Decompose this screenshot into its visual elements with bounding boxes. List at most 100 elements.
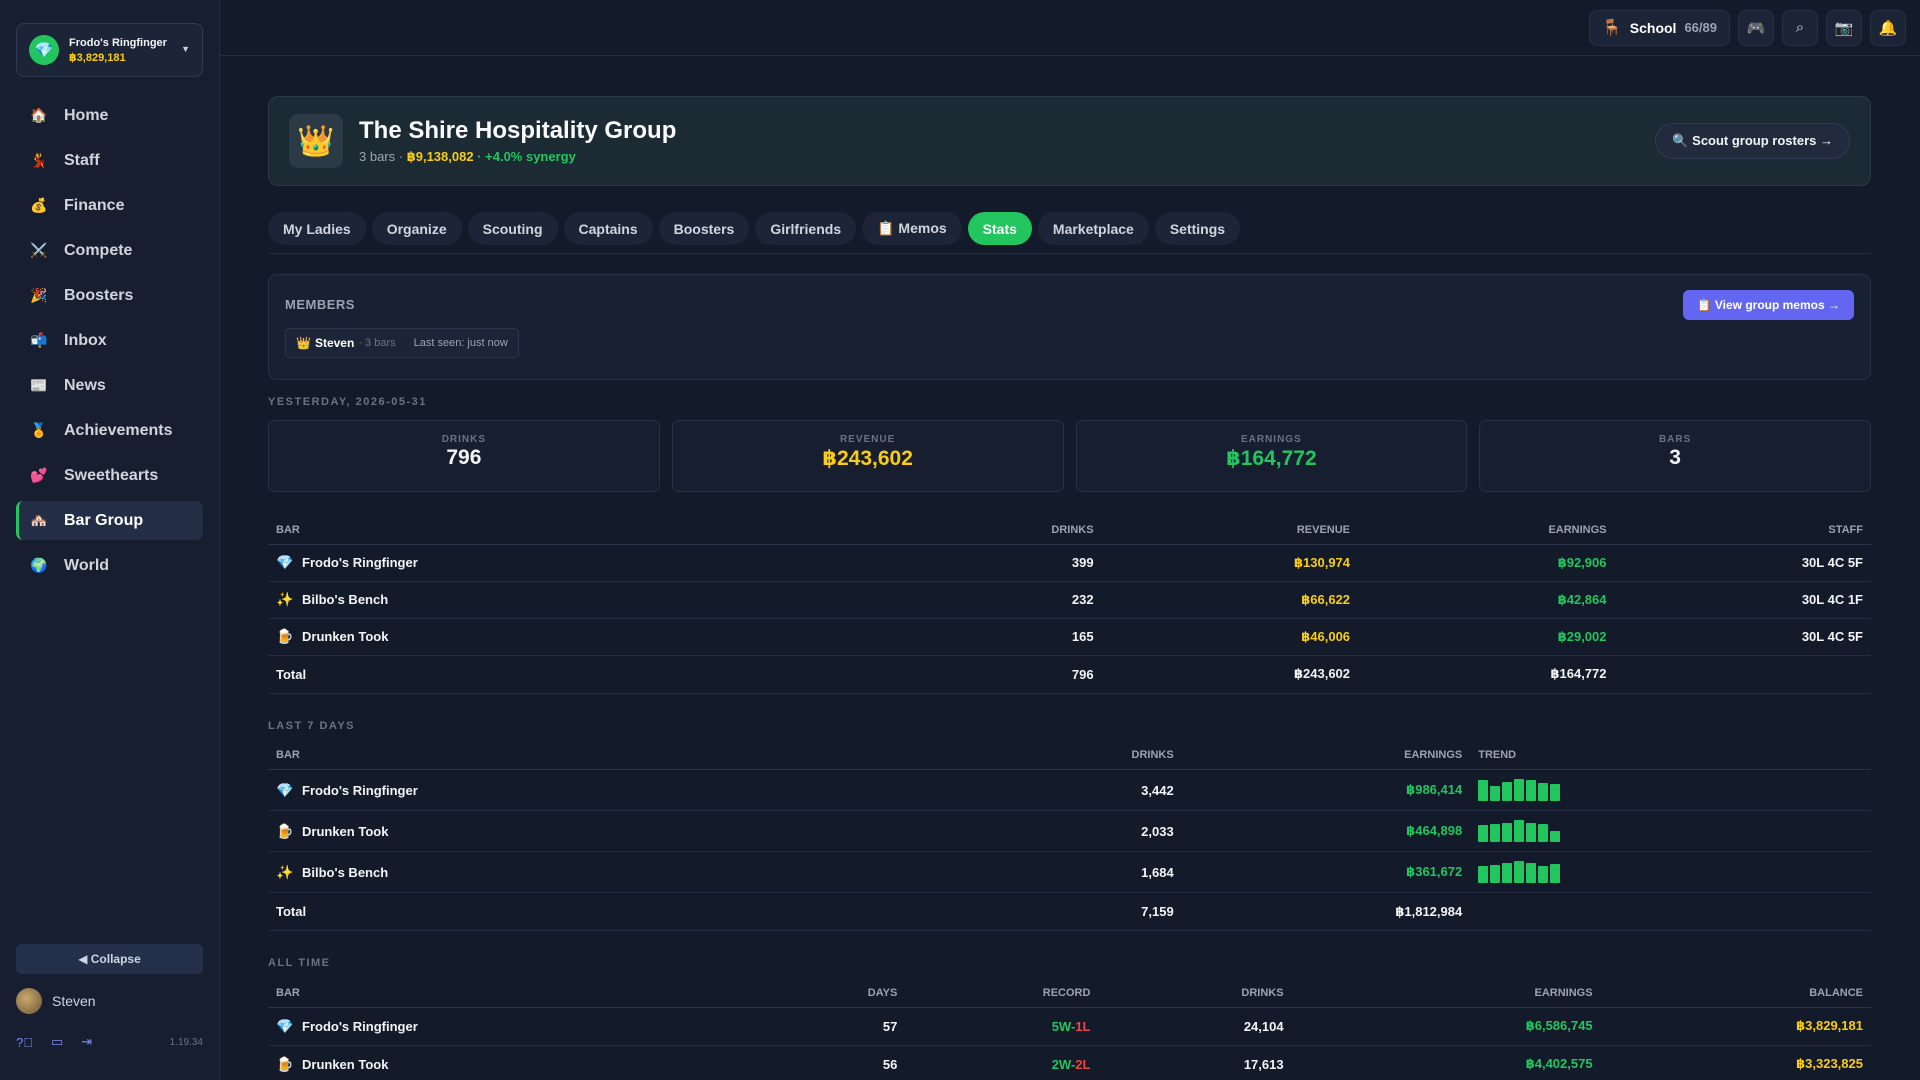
sidebar-item-news[interactable]: 📰 News (16, 366, 203, 405)
sidebar-item-inbox[interactable]: 📬 Inbox (16, 321, 203, 360)
tab-settings[interactable]: Settings (1154, 212, 1241, 245)
bar-switcher[interactable]: 💎 Frodo's Ringfinger ฿3,829,181 ▼ (16, 23, 203, 77)
camera-icon[interactable]: 📷 (1826, 9, 1862, 46)
trend-cell (1470, 851, 1871, 893)
bar-name-cell[interactable]: 🍺 Drunken Took (268, 1045, 848, 1080)
tab-my-ladies[interactable]: My Ladies (268, 212, 366, 245)
member-name: Steven (314, 336, 355, 350)
sidebar-item-finance[interactable]: 💰 Finance (16, 186, 203, 225)
tab-marketplace[interactable]: Marketplace (1037, 212, 1149, 245)
col-drinks: DRINKS (1098, 979, 1292, 1008)
col-bar: BAR (268, 516, 910, 545)
bar-name: Bilbo's Bench (302, 864, 389, 880)
table-row[interactable]: 🍺 Drunken Took 165 ฿46,006 ฿29,002 30L 4C 5F (268, 618, 1871, 656)
school-status[interactable]: 🪑 School 66/89 (1588, 9, 1730, 46)
help-icon[interactable]: ?⃝ (16, 1035, 33, 1050)
sidebar-item-label: Compete (64, 241, 133, 259)
tab-organize[interactable]: Organize (371, 212, 462, 245)
bars-card-value: 3 (1669, 446, 1681, 469)
bar-name-cell[interactable]: 💎 Frodo's Ringfinger (268, 544, 910, 582)
drinks-value: 2,033 (909, 810, 1182, 852)
scout-rosters-button[interactable]: 🔍 Scout group rosters → (1655, 123, 1850, 159)
sidebar-item-boosters[interactable]: 🎉 Boosters (16, 276, 203, 315)
record-wins: 5W (1051, 1018, 1071, 1034)
tab-girlfriends[interactable]: Girlfriends (755, 212, 857, 245)
collapse-button[interactable]: ◀ Collapse (16, 944, 203, 974)
tab-captains[interactable]: Captains (563, 212, 653, 245)
logout-icon[interactable]: ⇥ (81, 1034, 92, 1050)
alltime-table: BAR DAYS RECORD DRINKS EARNINGS BALANCE … (268, 979, 1871, 1080)
bar-name: Drunken Took (302, 823, 389, 839)
table-row[interactable]: ✨ Bilbo's Bench 232 ฿66,622 ฿42,864 30L 4C 1F (268, 581, 1871, 619)
bar-name-cell[interactable]: ✨ Bilbo's Bench (268, 851, 910, 893)
trend-chart (1478, 861, 1863, 883)
sidebar-item-world[interactable]: 🌍 World (16, 546, 203, 585)
chair-icon: 🪑 (1601, 19, 1622, 37)
sidebar-item-label: Home (64, 106, 109, 124)
bar-name: Drunken Took (302, 1056, 389, 1072)
members-title: MEMBERS (285, 297, 355, 312)
drinks-value: 1,684 (909, 851, 1182, 893)
bar-name-cell[interactable]: 💎 Frodo's Ringfinger (268, 1007, 848, 1046)
drinks-value: 165 (909, 618, 1102, 656)
user-name: Steven (52, 993, 96, 1009)
sidebar-item-compete[interactable]: ⚔️ Compete (16, 231, 203, 270)
sidebar-item-bar-group[interactable]: 🏘️ Bar Group (16, 501, 203, 540)
trend-bar (1538, 783, 1549, 801)
search-icon[interactable]: ⌕ (1782, 9, 1818, 46)
sidebar-item-staff[interactable]: 💃 Staff (16, 141, 203, 180)
gamepad-icon[interactable]: 🎮 (1738, 9, 1774, 46)
table-row[interactable]: 💎 Frodo's Ringfinger 57 5W-1L 24,104 ฿6,586,7… (268, 1007, 1871, 1046)
trend-chart (1478, 779, 1863, 801)
trend-bar (1478, 780, 1489, 801)
group-bars: 3 bars · (359, 149, 407, 164)
record-value: 5W-1L (905, 1007, 1099, 1046)
dancer-icon: 💃 (30, 152, 48, 168)
table-row[interactable]: 🍺 Drunken Took 56 2W-2L 17,613 ฿4,402,575 ฿3,3… (268, 1045, 1871, 1080)
tab-stats[interactable]: Stats (967, 212, 1032, 245)
record-value: 2W-2L (905, 1045, 1099, 1080)
sidebar-item-label: World (64, 556, 110, 574)
gem-icon: 💎 (29, 35, 59, 65)
trend-bar (1514, 820, 1525, 842)
avatar (16, 988, 42, 1014)
sidebar-item-sweethearts[interactable]: 💕 Sweethearts (16, 456, 203, 495)
table-row[interactable]: 💎 Frodo's Ringfinger 3,442 ฿986,414 (268, 769, 1871, 811)
user-profile[interactable]: Steven (16, 988, 96, 1014)
table-row[interactable]: ✨ Bilbo's Bench 1,684 ฿361,672 (268, 851, 1871, 893)
days-value: 56 (847, 1045, 906, 1080)
trend-bar (1490, 865, 1501, 883)
col-drinks: DRINKS (909, 741, 1182, 770)
sidebar-item-home[interactable]: 🏠 Home (16, 96, 203, 135)
col-record: RECORD (905, 979, 1099, 1008)
trend-bar (1526, 823, 1537, 842)
member-chip[interactable]: 👑 Steven · 3 bars Last seen: just now (285, 328, 519, 358)
bell-icon[interactable]: 🔔 (1870, 9, 1906, 46)
drinks-card-value: 796 (446, 446, 482, 469)
sidebar-footer: ?⃝ ▭ ⇥ 1.19.34 (16, 1034, 203, 1050)
bar-name: Bilbo's Bench (302, 592, 389, 607)
bar-name: Frodo's Ringfinger (302, 555, 418, 570)
sidebar-item-label: Achievements (64, 421, 173, 439)
group-synergy: · +4.0% synergy (473, 149, 576, 164)
tab-memos[interactable]: 📋 Memos (862, 212, 962, 245)
sidebar-item-achievements[interactable]: 🏅 Achievements (16, 411, 203, 450)
table-row[interactable]: 💎 Frodo's Ringfinger 399 ฿130,974 ฿92,906 30L… (268, 544, 1871, 582)
total-earnings: ฿1,812,984 (1181, 892, 1471, 931)
view-memos-button[interactable]: 📋 View group memos → (1682, 290, 1854, 320)
bar-name-cell[interactable]: ✨ Bilbo's Bench (268, 581, 910, 619)
party-icon: 🎉 (30, 287, 48, 303)
trend-cell (1470, 810, 1871, 852)
earnings-card-value: ฿164,772 (1226, 447, 1317, 470)
bar-name-cell[interactable]: 🍺 Drunken Took (268, 810, 910, 852)
bar-name-cell[interactable]: 💎 Frodo's Ringfinger (268, 769, 910, 811)
tab-scouting[interactable]: Scouting (467, 212, 558, 245)
revenue-value: ฿130,974 (1101, 544, 1359, 582)
earnings-value: ฿4,402,575 (1291, 1045, 1601, 1080)
earnings-value: ฿29,002 (1358, 618, 1615, 656)
sidebar-item-label: News (64, 376, 106, 394)
bar-name-cell[interactable]: 🍺 Drunken Took (268, 618, 910, 656)
tab-boosters[interactable]: Boosters (658, 212, 750, 245)
table-row[interactable]: 🍺 Drunken Took 2,033 ฿464,898 (268, 810, 1871, 852)
chat-icon[interactable]: ▭ (51, 1034, 63, 1050)
